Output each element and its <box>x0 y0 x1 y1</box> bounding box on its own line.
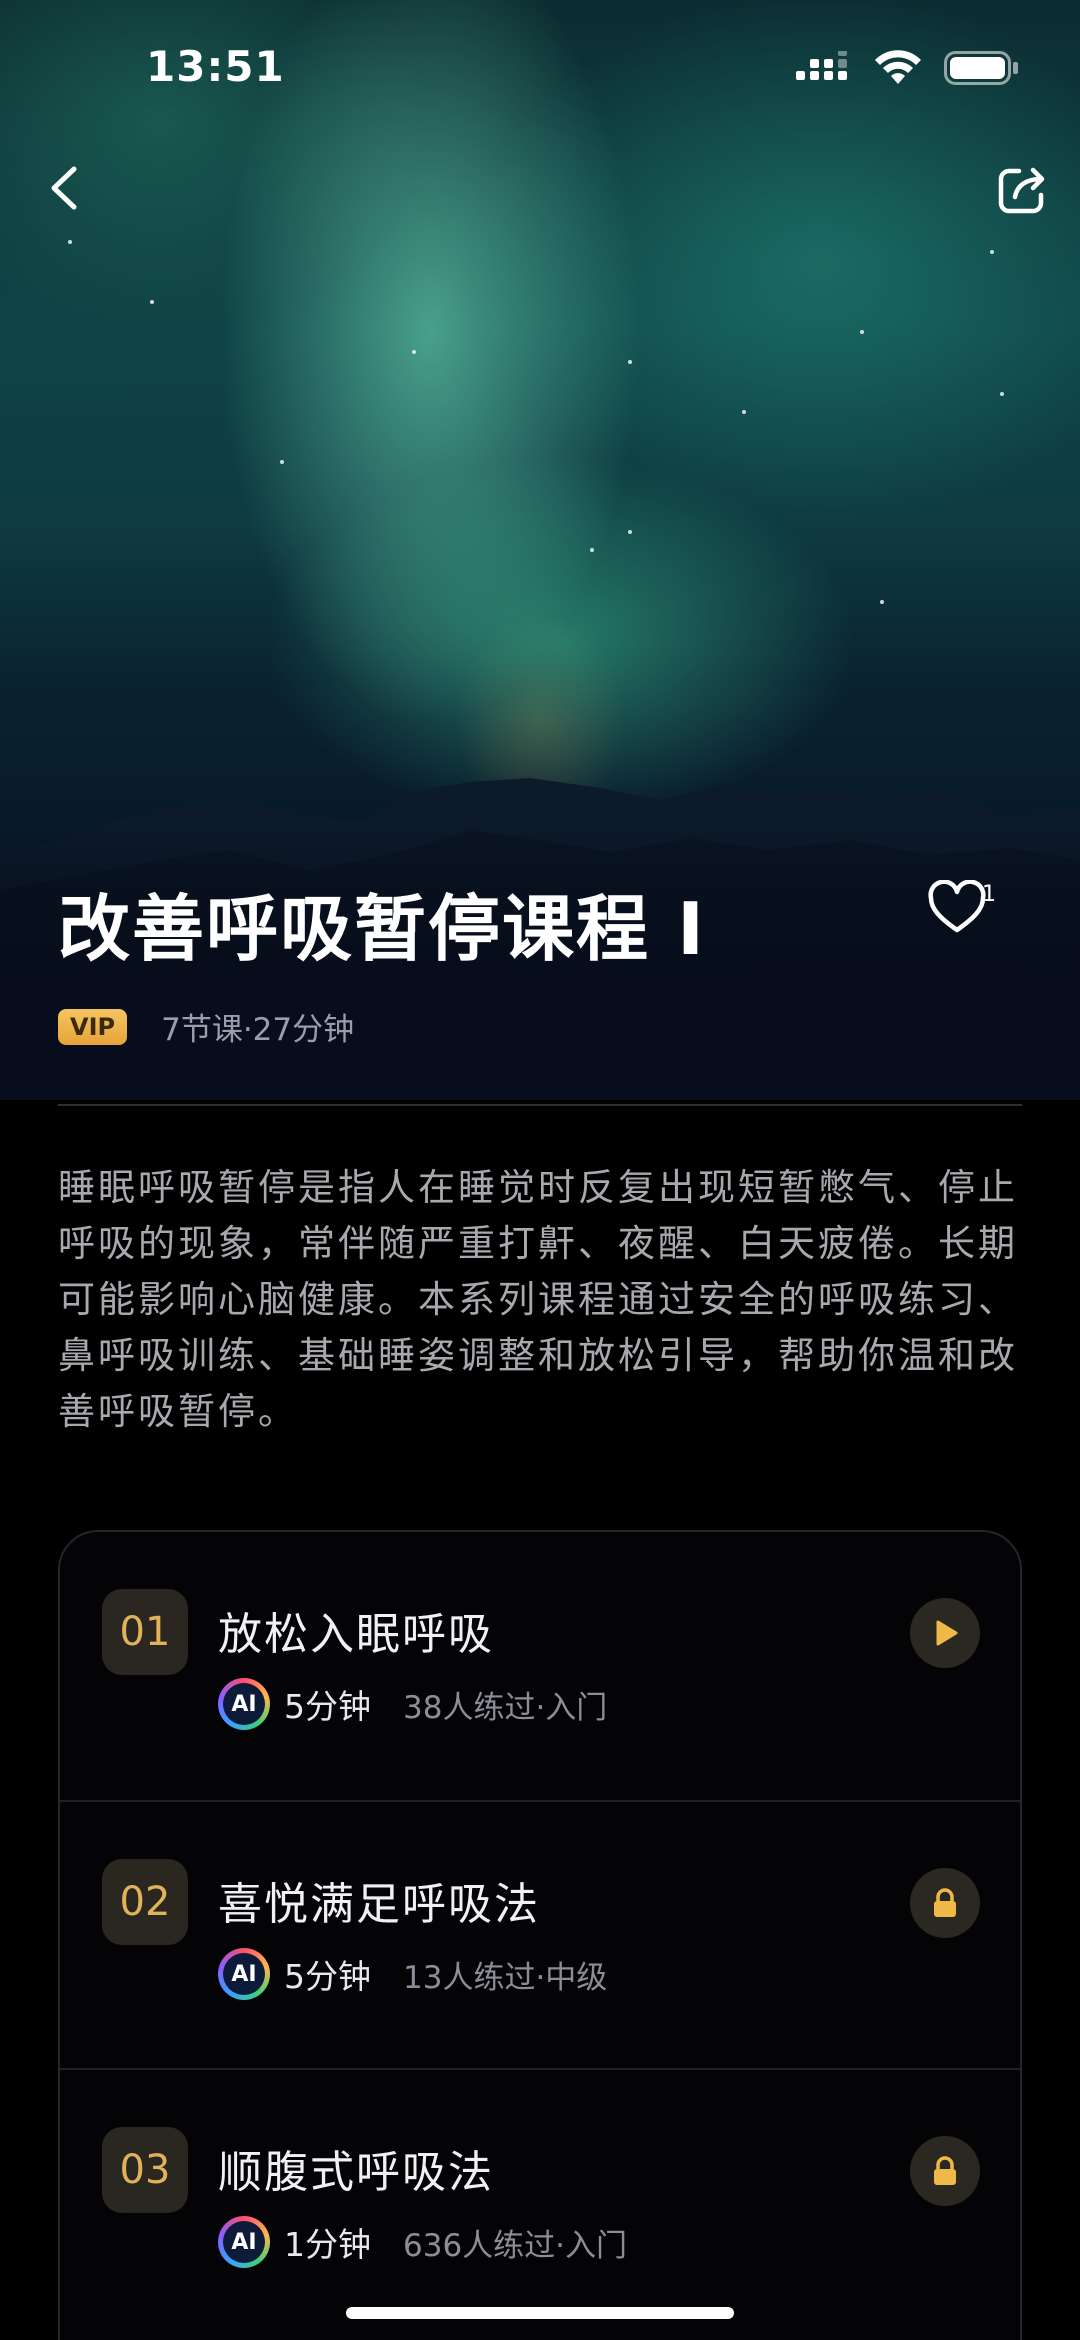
lesson-item[interactable]: 02 喜悦满足呼吸法 AI 5分钟 13人练过·中级 <box>60 1800 1020 2068</box>
ai-icon-label: AI <box>223 2221 265 2263</box>
wifi-icon <box>875 50 921 84</box>
lock-button[interactable] <box>910 2136 980 2206</box>
lesson-number: 03 <box>102 2127 188 2213</box>
battery-icon <box>944 51 1018 85</box>
chevron-left-icon <box>51 166 77 210</box>
lesson-duration: 5分钟 <box>284 1687 371 1726</box>
play-icon <box>936 1620 958 1646</box>
lesson-meta: AI 5分钟 38人练过·入门 <box>218 1678 607 1730</box>
share-icon <box>998 167 1045 214</box>
ai-icon: AI <box>218 2216 270 2268</box>
ai-icon: AI <box>218 1678 270 1730</box>
home-indicator[interactable] <box>346 2307 734 2319</box>
favorite-count: 1 <box>982 882 996 907</box>
lesson-meta: AI 5分钟 13人练过·中级 <box>218 1948 607 2000</box>
lock-icon <box>934 1888 956 1917</box>
lesson-stats: 38人练过·入门 <box>403 1689 608 1726</box>
lesson-duration: 5分钟 <box>284 1957 371 1996</box>
lesson-duration: 1分钟 <box>284 2225 371 2264</box>
lock-button[interactable] <box>910 1868 980 1938</box>
course-meta-text: 7节课·27分钟 <box>161 1012 355 1048</box>
lesson-list: 01 放松入眠呼吸 AI 5分钟 38人练过·入门 02 喜悦满足呼吸法 AI … <box>58 1530 1022 2340</box>
course-title: 改善呼吸暂停课程 I <box>58 887 706 971</box>
ai-icon: AI <box>218 1948 270 2000</box>
back-button[interactable] <box>36 160 92 216</box>
lesson-number: 02 <box>102 1859 188 1945</box>
ai-icon-label: AI <box>223 1683 265 1725</box>
course-meta: VIP 7节课·27分钟 <box>58 1004 354 1049</box>
lesson-item[interactable]: 01 放松入眠呼吸 AI 5分钟 38人练过·入门 <box>60 1532 1020 1800</box>
lesson-title: 放松入眠呼吸 <box>218 1609 494 1660</box>
heart-icon <box>928 879 986 933</box>
lesson-stats: 636人练过·入门 <box>403 2227 628 2264</box>
lesson-title: 喜悦满足呼吸法 <box>218 1879 540 1930</box>
course-detail-screen: 13:51 改善呼吸暂停课程 I 1 VIP 7节课·27分钟 睡眠呼吸暂停是指… <box>0 0 1080 2340</box>
share-button[interactable] <box>992 160 1052 220</box>
status-icons <box>796 50 1020 86</box>
lesson-item[interactable]: 03 顺腹式呼吸法 AI 1分钟 636人练过·入门 <box>60 2068 1020 2336</box>
lesson-title: 顺腹式呼吸法 <box>218 2147 494 2198</box>
lesson-stats: 13人练过·中级 <box>403 1959 608 1996</box>
divider <box>58 1104 1022 1106</box>
vip-badge: VIP <box>58 1008 128 1045</box>
ai-icon-label: AI <box>223 1953 265 1995</box>
lesson-meta: AI 1分钟 636人练过·入门 <box>218 2216 627 2268</box>
lock-icon <box>934 2156 956 2185</box>
lesson-number: 01 <box>102 1589 188 1675</box>
status-time: 13:51 <box>146 42 285 91</box>
course-description: 睡眠呼吸暂停是指人在睡觉时反复出现短暂憋气、停止呼吸的现象，常伴随严重打鼾、夜醒… <box>58 1166 1018 1433</box>
play-button[interactable] <box>910 1598 980 1668</box>
signal-icon <box>796 51 847 80</box>
